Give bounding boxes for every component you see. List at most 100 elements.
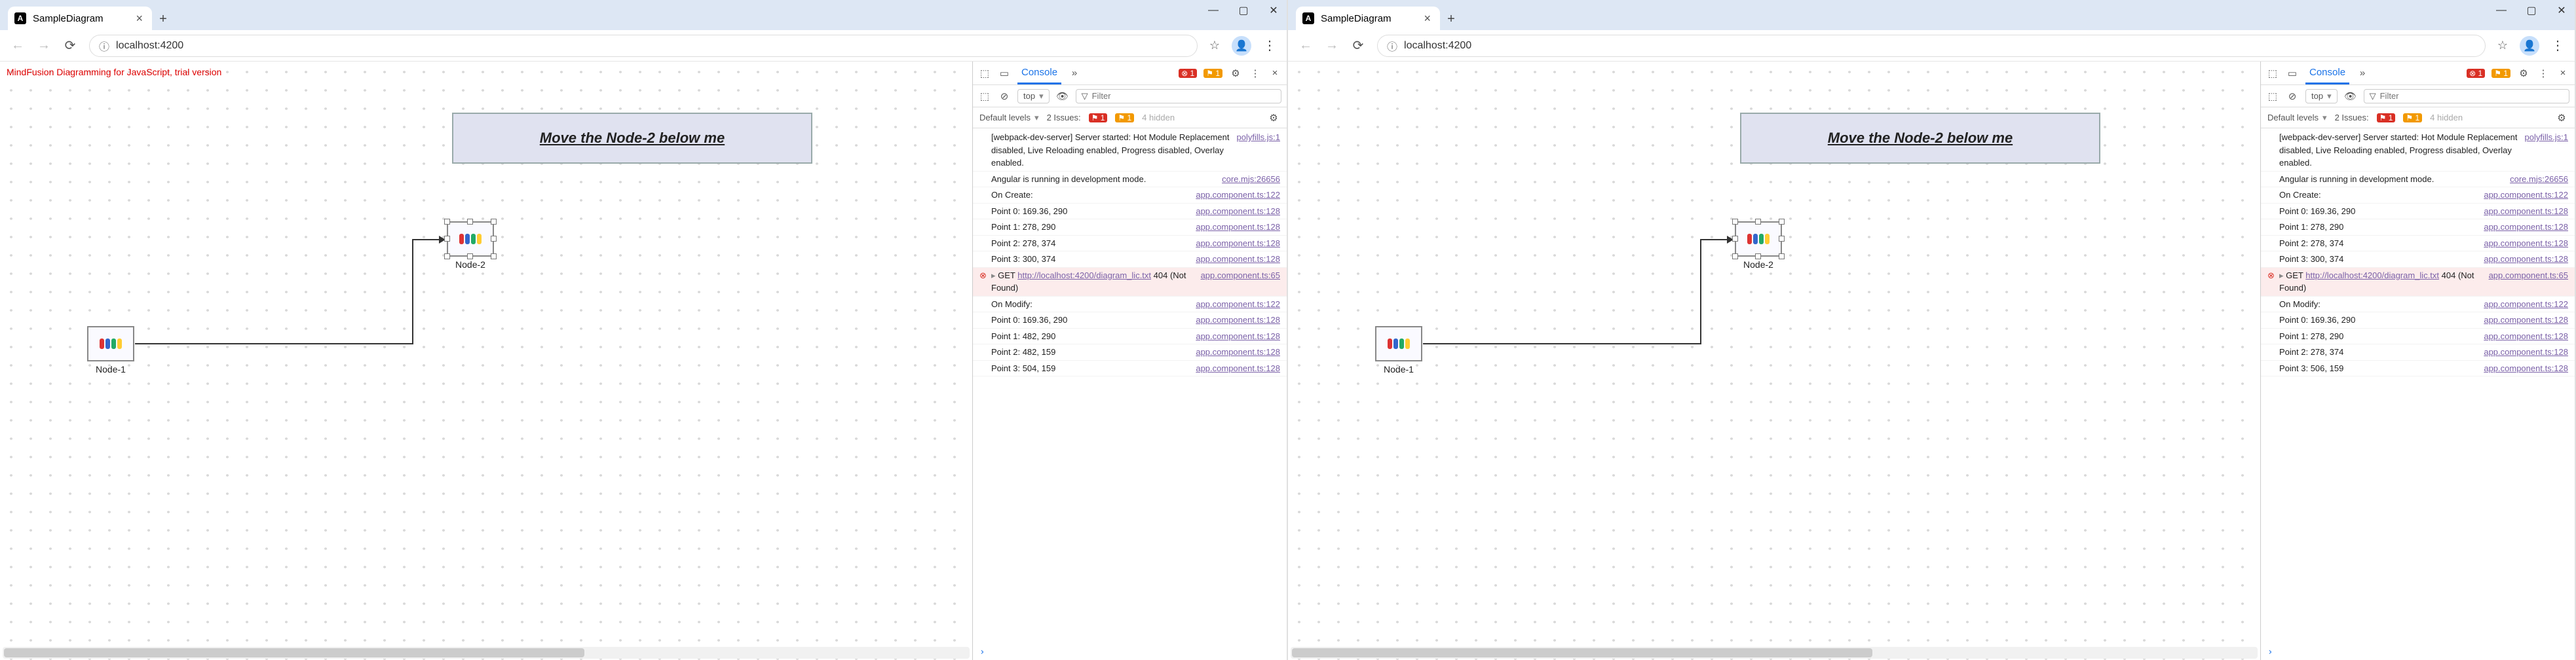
console-sidebar-icon[interactable]: ⬚	[978, 90, 991, 102]
source-link[interactable]: app.component.ts:128	[2484, 237, 2568, 250]
tab-console[interactable]: Console	[2305, 62, 2349, 84]
issues-label[interactable]: 2 Issues:	[1047, 113, 1081, 122]
maximize-button[interactable]: ▢	[2525, 4, 2538, 17]
log-levels-selector[interactable]: Default levels▾	[2267, 113, 2327, 123]
live-expression-icon[interactable]: 👁	[2344, 90, 2357, 102]
back-button[interactable]: ←	[1298, 38, 1313, 53]
source-link[interactable]: app.component.ts:128	[1196, 253, 1280, 266]
diagram-canvas[interactable]: Move the Node-2 below me Node-1 Node-2	[1288, 62, 2260, 660]
instruction-node[interactable]: Move the Node-2 below me	[452, 113, 812, 164]
filter-input[interactable]: ▽	[1076, 89, 1281, 103]
close-window-button[interactable]: ✕	[2555, 4, 2568, 17]
source-link[interactable]: app.component.ts:128	[2484, 253, 2568, 266]
console-settings-icon[interactable]: ⚙	[1267, 112, 1280, 124]
source-link[interactable]: app.component.ts:122	[1196, 298, 1280, 311]
clear-console-icon[interactable]: ⊘	[998, 90, 1011, 102]
filter-field[interactable]	[1092, 91, 1276, 101]
omnibox[interactable]: ⓘ localhost:4200	[1377, 35, 2486, 57]
node-2[interactable]	[1735, 221, 1782, 257]
warning-count-badge[interactable]: ⚑ 1	[1203, 69, 1222, 78]
browser-tab[interactable]: A SampleDiagram ×	[8, 7, 152, 30]
source-link[interactable]: app.component.ts:122	[2484, 189, 2568, 202]
source-link[interactable]: core.mjs:26656	[1222, 173, 1280, 186]
source-link[interactable]: app.component.ts:128	[1196, 314, 1280, 327]
console-row[interactable]: Angular is running in development mode.c…	[973, 172, 1287, 188]
reload-button[interactable]: ⟳	[63, 37, 77, 54]
console-row[interactable]: [webpack-dev-server] Server started: Hot…	[2261, 130, 2575, 172]
console-row[interactable]: On Create:app.component.ts:122	[2261, 187, 2575, 204]
console-row[interactable]: Point 0: 169.36, 290app.component.ts:128	[973, 312, 1287, 329]
console-row[interactable]: Point 0: 169.36, 290app.component.ts:128	[2261, 204, 2575, 220]
console-row[interactable]: On Create:app.component.ts:122	[973, 187, 1287, 204]
console-prompt[interactable]: ›	[973, 644, 1287, 660]
issues-label[interactable]: 2 Issues:	[2335, 113, 2369, 122]
console-row[interactable]: Point 3: 506, 159app.component.ts:128	[2261, 361, 2575, 377]
devtools-close-icon[interactable]: ×	[1268, 67, 1281, 79]
tab-close-icon[interactable]: ×	[136, 12, 143, 26]
h-scrollbar[interactable]	[3, 647, 970, 659]
minimize-button[interactable]: —	[2495, 5, 2508, 16]
tab-console[interactable]: Console	[1017, 62, 1061, 84]
reload-button[interactable]: ⟳	[1351, 37, 1365, 54]
source-link[interactable]: polyfills.js:1	[1237, 131, 1280, 170]
node-1[interactable]	[1375, 326, 1422, 361]
console-output[interactable]: [webpack-dev-server] Server started: Hot…	[973, 128, 1287, 644]
console-row[interactable]: Point 2: 278, 374app.component.ts:128	[2261, 236, 2575, 252]
source-link[interactable]: app.component.ts:122	[1196, 189, 1280, 202]
error-count-badge[interactable]: ⊗ 1	[2467, 69, 2485, 78]
error-count-badge[interactable]: ⊗ 1	[1179, 69, 1197, 78]
browser-tab[interactable]: A SampleDiagram ×	[1296, 7, 1440, 30]
console-row[interactable]: Point 2: 278, 374app.component.ts:128	[2261, 344, 2575, 361]
console-row[interactable]: Point 2: 278, 374app.component.ts:128	[973, 236, 1287, 252]
console-row[interactable]: ⊗▸ GET http://localhost:4200/diagram_lic…	[2261, 268, 2575, 297]
issues-error-badge[interactable]: ⚑ 1	[1089, 113, 1108, 122]
back-button[interactable]: ←	[10, 38, 25, 53]
issues-warning-badge[interactable]: ⚑ 1	[2403, 113, 2422, 122]
console-row[interactable]: Point 3: 504, 159app.component.ts:128	[973, 361, 1287, 377]
node-1[interactable]	[87, 326, 134, 361]
source-link[interactable]: app.component.ts:122	[2484, 298, 2568, 311]
devtools-menu-icon[interactable]: ⋮	[2537, 67, 2550, 79]
devtools-menu-icon[interactable]: ⋮	[1249, 67, 1262, 79]
profile-avatar[interactable]: 👤	[2520, 36, 2539, 56]
source-link[interactable]: app.component.ts:128	[2484, 346, 2568, 359]
device-toggle-icon[interactable]: ▭	[998, 67, 1011, 79]
warning-count-badge[interactable]: ⚑ 1	[2491, 69, 2510, 78]
source-link[interactable]: app.component.ts:128	[2484, 221, 2568, 234]
console-settings-icon[interactable]: ⚙	[2555, 112, 2568, 124]
browser-menu-icon[interactable]: ⋮	[1263, 37, 1276, 54]
bookmark-icon[interactable]: ☆	[1209, 39, 1220, 52]
h-scrollbar[interactable]	[1291, 647, 2258, 659]
device-toggle-icon[interactable]: ▭	[2286, 67, 2299, 79]
source-link[interactable]: app.component.ts:128	[2484, 314, 2568, 327]
console-sidebar-icon[interactable]: ⬚	[2266, 90, 2279, 102]
minimize-button[interactable]: —	[1207, 5, 1220, 16]
profile-avatar[interactable]: 👤	[1232, 36, 1251, 56]
issues-warning-badge[interactable]: ⚑ 1	[1115, 113, 1134, 122]
source-link[interactable]: app.component.ts:128	[1196, 346, 1280, 359]
console-row[interactable]: On Modify:app.component.ts:122	[2261, 297, 2575, 313]
filter-input[interactable]: ▽	[2364, 89, 2569, 103]
live-expression-icon[interactable]: 👁	[1056, 90, 1069, 102]
inspect-icon[interactable]: ⬚	[978, 67, 991, 79]
h-scroll-thumb[interactable]	[1292, 648, 1872, 657]
instruction-node[interactable]: Move the Node-2 below me	[1740, 113, 2100, 164]
omnibox[interactable]: ⓘ localhost:4200	[89, 35, 1198, 57]
site-info-icon[interactable]: ⓘ	[99, 38, 109, 54]
console-row[interactable]: Point 3: 300, 374app.component.ts:128	[2261, 251, 2575, 268]
console-row[interactable]: Point 1: 482, 290app.component.ts:128	[973, 329, 1287, 345]
source-link[interactable]: app.component.ts:128	[1196, 237, 1280, 250]
console-prompt[interactable]: ›	[2261, 644, 2575, 660]
source-link[interactable]: app.component.ts:128	[2484, 330, 2568, 343]
source-link[interactable]: app.component.ts:128	[1196, 330, 1280, 343]
source-link[interactable]: core.mjs:26656	[2510, 173, 2568, 186]
console-row[interactable]: On Modify:app.component.ts:122	[973, 297, 1287, 313]
context-selector[interactable]: top▾	[2305, 89, 2338, 103]
log-levels-selector[interactable]: Default levels▾	[979, 113, 1039, 123]
source-link[interactable]: app.component.ts:65	[1201, 269, 1280, 295]
forward-button[interactable]: →	[1325, 38, 1339, 53]
source-link[interactable]: app.component.ts:65	[2489, 269, 2568, 295]
filter-field[interactable]	[2380, 91, 2564, 101]
console-row[interactable]: Point 2: 482, 159app.component.ts:128	[973, 344, 1287, 361]
devtools-settings-icon[interactable]: ⚙	[2517, 67, 2530, 79]
